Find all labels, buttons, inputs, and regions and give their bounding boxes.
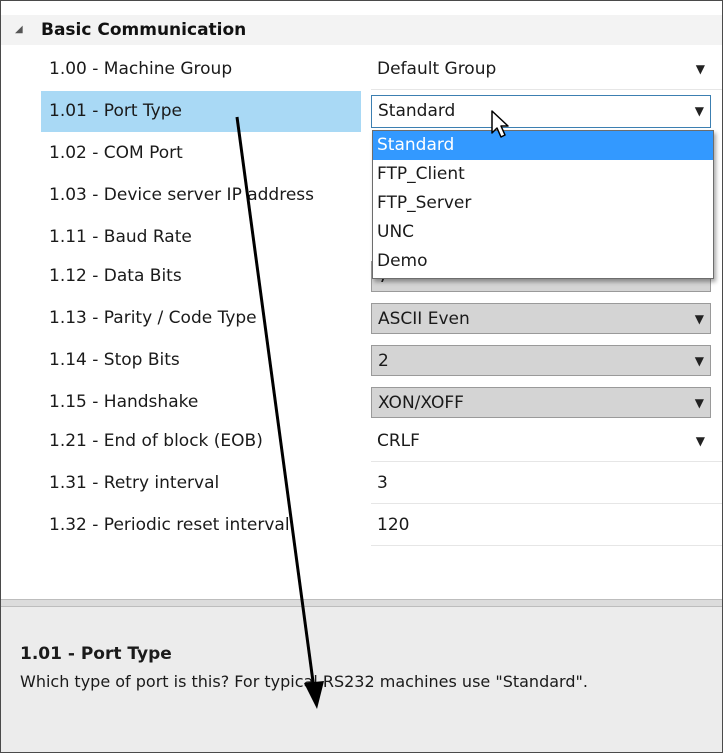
property-row-periodic-reset[interactable]: 1.32 - Periodic reset interval 120: [1, 505, 722, 546]
chevron-down-icon[interactable]: ▼: [695, 346, 704, 377]
property-name: 1.03 - Device server IP address: [49, 185, 315, 205]
dropdown-option-standard[interactable]: Standard: [373, 131, 713, 160]
chevron-down-icon[interactable]: ▼: [695, 304, 704, 335]
property-name: 1.15 - Handshake: [49, 392, 199, 412]
property-row-port-type[interactable]: 1.01 - Port Type Standard ▼: [1, 91, 722, 132]
property-row-handshake[interactable]: 1.15 - Handshake XON/XOFF ▼: [1, 382, 722, 423]
row-divider: [371, 461, 722, 462]
chevron-down-icon[interactable]: ▼: [696, 49, 705, 90]
property-name: 1.00 - Machine Group: [49, 59, 233, 79]
dropdown-option-demo[interactable]: Demo: [373, 247, 713, 276]
mouse-pointer-icon: [491, 110, 509, 138]
collapse-triangle-icon[interactable]: ◢: [15, 24, 23, 35]
property-value-machine-group[interactable]: Default Group ▼: [371, 49, 711, 90]
dropdown-option-ftp-server[interactable]: FTP_Server: [373, 189, 713, 218]
row-divider: [371, 89, 722, 90]
port-type-dropdown-list[interactable]: Standard FTP_Client FTP_Server UNC Demo: [372, 130, 714, 279]
description-pane: 1.01 - Port Type Which type of port is t…: [1, 607, 722, 752]
property-value-text: Default Group: [377, 59, 497, 79]
property-name: 1.32 - Periodic reset interval: [49, 515, 290, 535]
property-name: 1.14 - Stop Bits: [49, 350, 180, 370]
property-name: 1.21 - End of block (EOB): [49, 431, 263, 451]
dropdown-option-ftp-client[interactable]: FTP_Client: [373, 160, 713, 189]
description-text: Which type of port is this? For typical …: [20, 672, 588, 691]
property-row-retry-interval[interactable]: 1.31 - Retry interval 3: [1, 463, 722, 504]
dropdown-option-unc[interactable]: UNC: [373, 218, 713, 247]
port-type-combobox[interactable]: Standard ▼: [371, 95, 711, 128]
category-row[interactable]: ◢ Basic Communication: [1, 15, 722, 45]
chevron-down-icon[interactable]: ▼: [695, 388, 704, 419]
property-row-parity[interactable]: 1.13 - Parity / Code Type ASCII Even ▼: [1, 298, 722, 339]
property-name: 1.31 - Retry interval: [49, 473, 220, 493]
property-name: 1.12 - Data Bits: [49, 266, 182, 286]
property-value-text: CRLF: [377, 431, 420, 451]
property-name: 1.02 - COM Port: [49, 143, 183, 163]
property-row-stop-bits[interactable]: 1.14 - Stop Bits 2 ▼: [1, 340, 722, 381]
property-grid-window: ◢ Basic Communication 1.00 - Machine Gro…: [0, 0, 723, 753]
property-value-text: ASCII Even: [378, 309, 470, 329]
category-title: Basic Communication: [41, 20, 247, 40]
chevron-down-icon[interactable]: ▼: [695, 96, 704, 127]
property-row-machine-group[interactable]: 1.00 - Machine Group Default Group ▼: [1, 49, 722, 90]
property-value-text: XON/XOFF: [378, 393, 464, 413]
description-title: 1.01 - Port Type: [20, 644, 172, 664]
property-value-handshake[interactable]: XON/XOFF ▼: [371, 387, 711, 418]
property-value-stop-bits[interactable]: 2 ▼: [371, 345, 711, 376]
property-name: 1.11 - Baud Rate: [49, 227, 192, 247]
property-name: 1.01 - Port Type: [41, 91, 361, 132]
property-value-periodic-reset[interactable]: 120: [371, 505, 711, 546]
property-name: 1.13 - Parity / Code Type: [49, 308, 257, 328]
row-divider: [371, 545, 722, 546]
splitter-bar[interactable]: [1, 599, 722, 607]
property-row-end-of-block[interactable]: 1.21 - End of block (EOB) CRLF ▼: [1, 421, 722, 462]
chevron-down-icon[interactable]: ▼: [696, 421, 705, 462]
property-value-text: 2: [378, 351, 389, 371]
row-divider: [371, 503, 722, 504]
property-value-parity[interactable]: ASCII Even ▼: [371, 303, 711, 334]
property-value-end-of-block[interactable]: CRLF ▼: [371, 421, 711, 462]
property-value-text: Standard: [378, 101, 456, 121]
property-value-retry-interval[interactable]: 3: [371, 463, 711, 504]
